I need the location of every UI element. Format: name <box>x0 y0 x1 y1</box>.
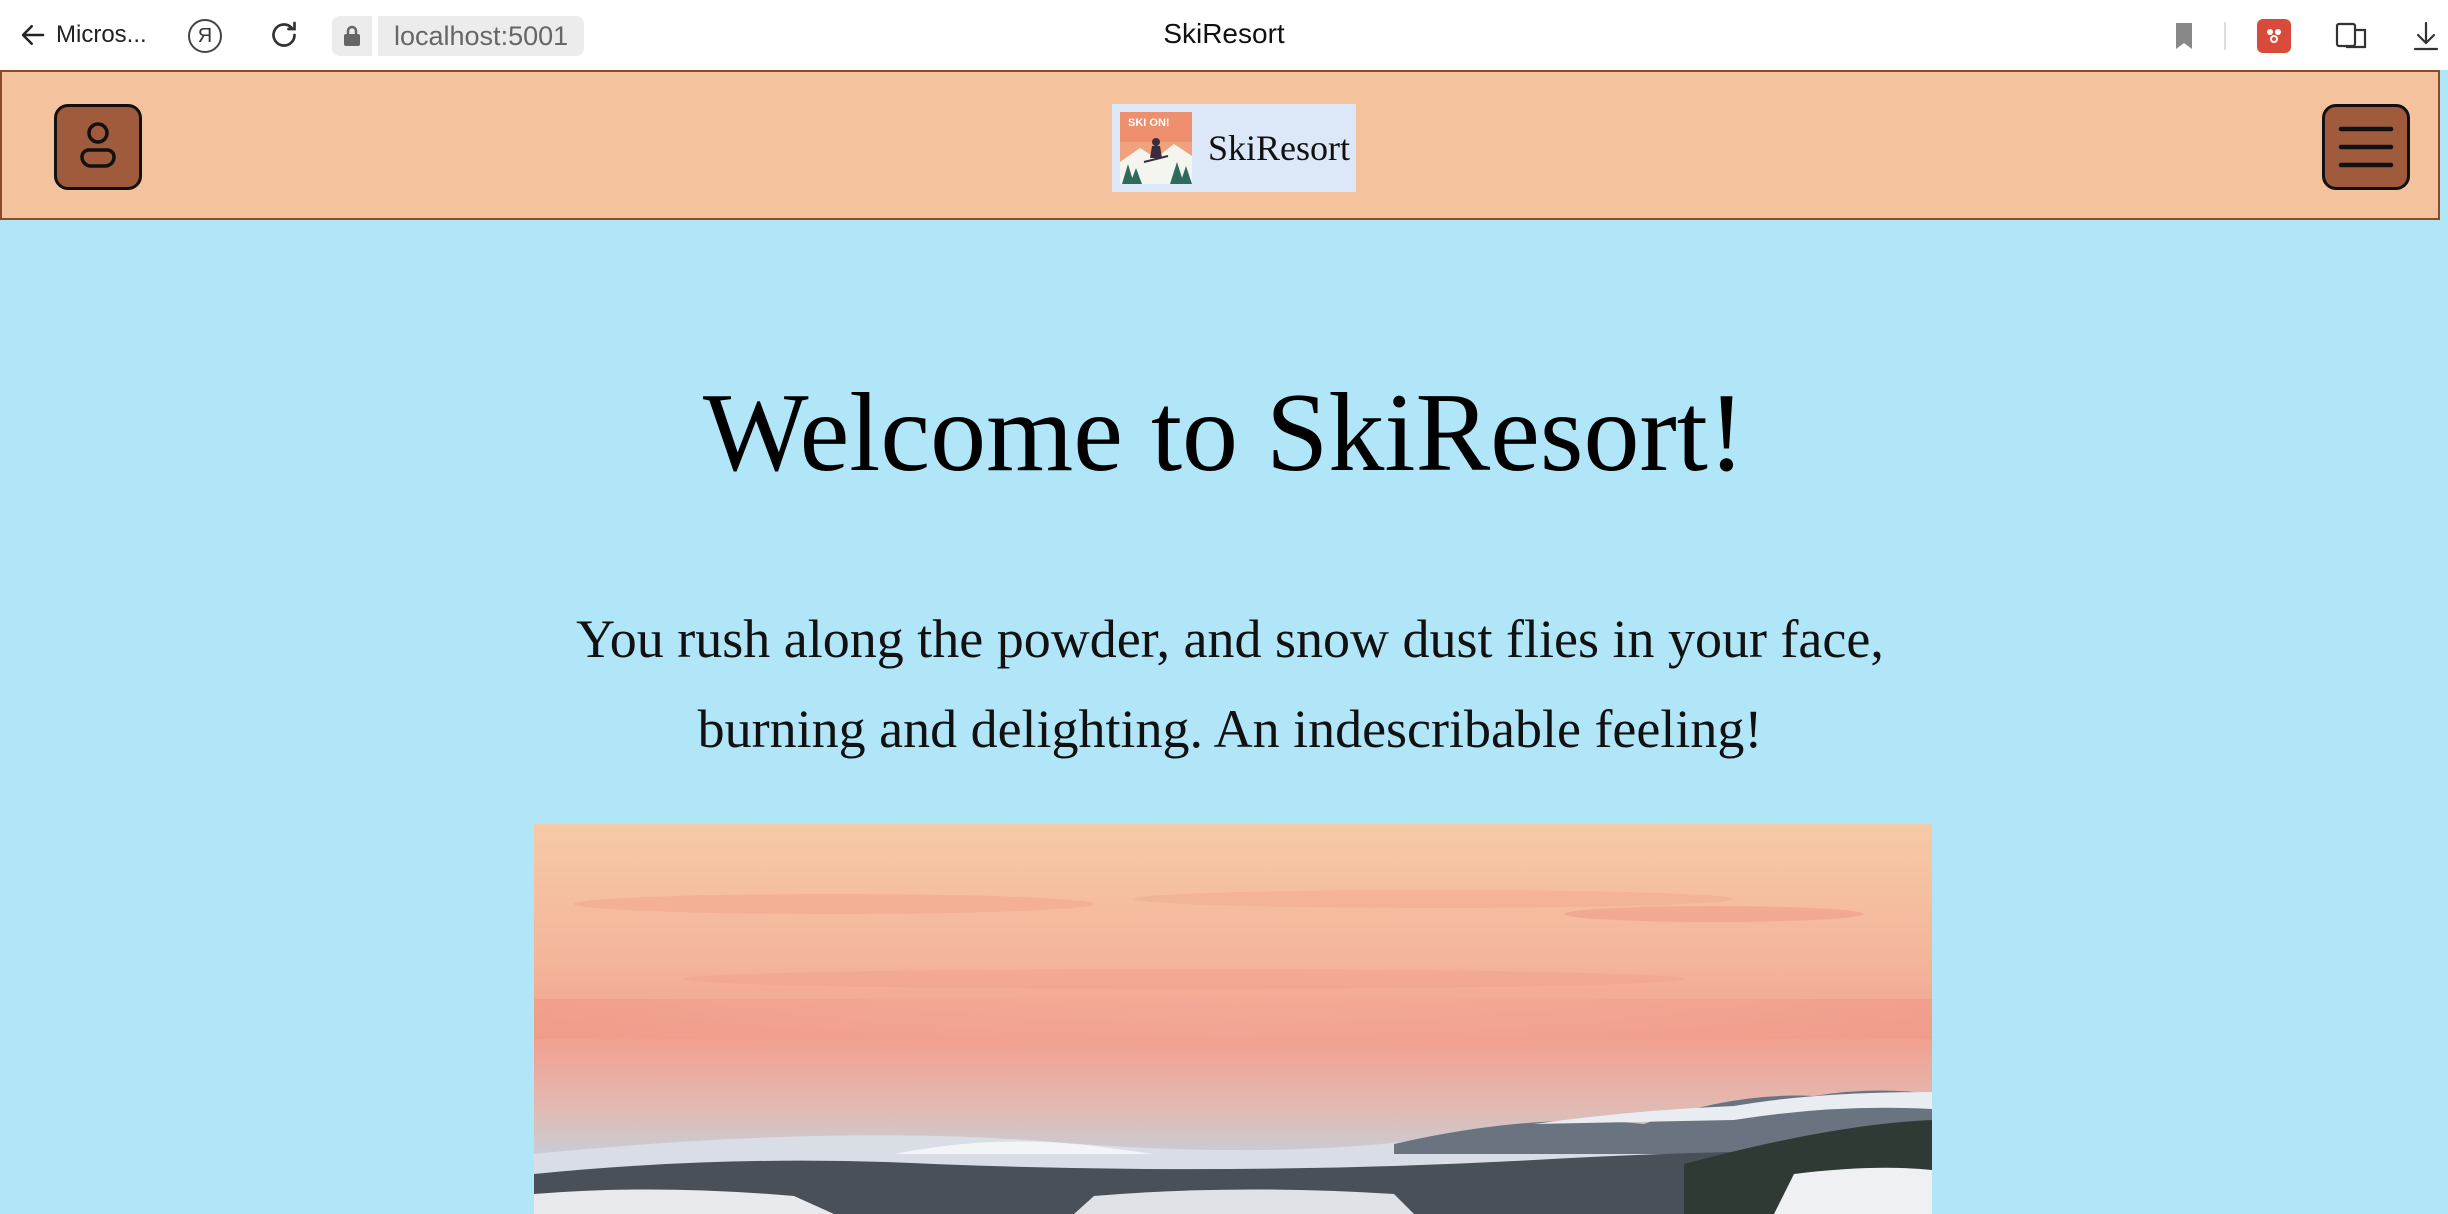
download-icon[interactable] <box>2408 16 2444 56</box>
brand-logo: SKI ON! <box>1120 112 1192 184</box>
yandex-icon[interactable]: Я <box>188 19 222 53</box>
back-arrow-icon <box>21 25 45 45</box>
extension-icon[interactable] <box>2256 16 2292 56</box>
brand-name: SkiResort <box>1208 128 1351 168</box>
logo-text: SKI ON! <box>1128 117 1170 129</box>
address-bar[interactable]: localhost:5001 <box>378 16 585 56</box>
yandex-glyph: Я <box>197 24 213 47</box>
intro-line-1: You rush along the powder, and snow dust… <box>576 609 1884 669</box>
hero-image <box>534 824 1932 1214</box>
user-icon <box>80 122 116 168</box>
reload-icon[interactable] <box>266 17 302 53</box>
intro-line-2: burning and delighting. An indescribable… <box>697 699 1763 759</box>
lock-icon[interactable] <box>332 16 372 56</box>
reader-icon[interactable] <box>2332 16 2372 56</box>
menu-button[interactable] <box>2322 104 2410 190</box>
browser-toolbar: Micros... Я localhost:5001 SkiResort <box>0 0 2448 70</box>
site-header: SKI ON! SkiResort <box>0 70 2440 220</box>
profile-button[interactable] <box>54 104 142 190</box>
toolbar-divider <box>2224 22 2226 50</box>
back-label: Micros... <box>56 21 147 48</box>
page-title: Welcome to SkiResort! <box>702 371 1746 495</box>
hamburger-icon <box>2338 126 2394 168</box>
brand-link[interactable]: SKI ON! SkiResort <box>1112 104 1356 192</box>
intro-text: You rush along the powder, and snow dust… <box>520 594 1940 774</box>
bookmark-icon[interactable] <box>2166 16 2202 56</box>
back-button[interactable]: Micros... <box>18 16 147 54</box>
